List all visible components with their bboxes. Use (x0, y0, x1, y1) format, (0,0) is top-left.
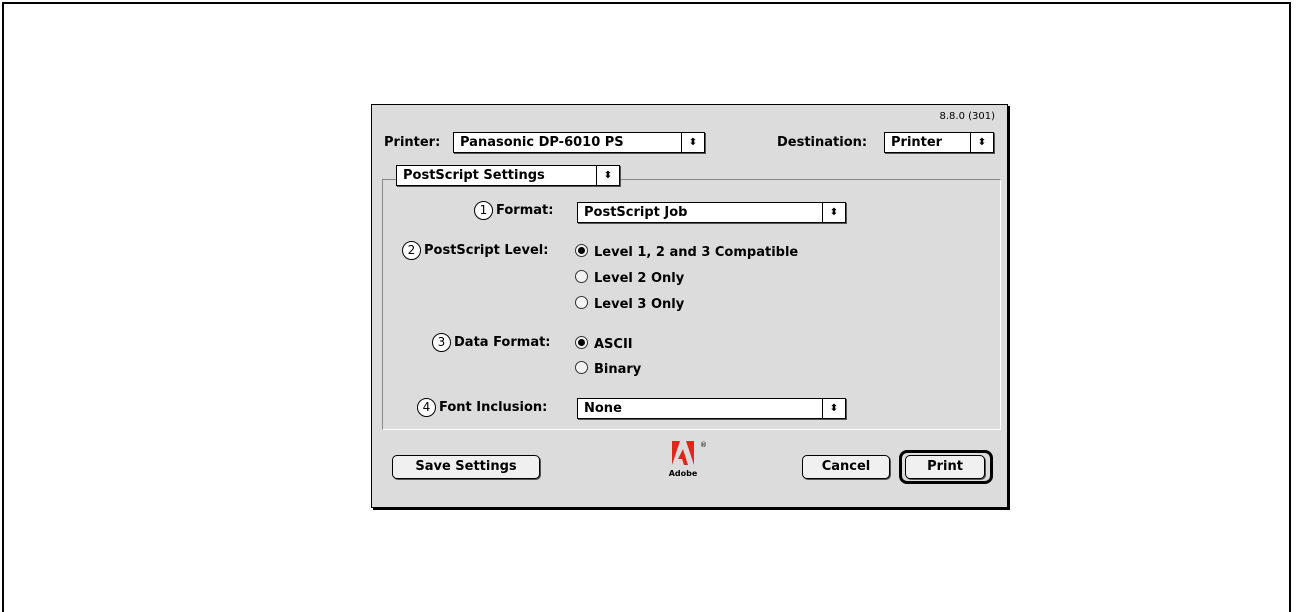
popup-arrows-icon: ⬍ (970, 133, 993, 152)
save-settings-button[interactable]: Save Settings (392, 455, 540, 479)
level-option-2[interactable]: Level 2 Only (575, 270, 684, 290)
popup-arrows-icon: ⬍ (822, 399, 845, 418)
data-format-option-ascii[interactable]: ASCII (575, 336, 633, 356)
version-label: 8.8.0 (301) (939, 111, 995, 122)
level-option-2-label: Level 2 Only (594, 271, 685, 286)
adobe-mark-icon (672, 441, 694, 465)
format-value: PostScript Job (584, 205, 688, 220)
level-option-1-label: Level 1, 2 and 3 Compatible (594, 245, 799, 260)
data-format-ascii-label: ASCII (594, 337, 633, 352)
callout-3: 3 (432, 333, 451, 352)
destination-label: Destination: (777, 135, 868, 150)
level-option-1[interactable]: Level 1, 2 and 3 Compatible (575, 244, 798, 264)
radio-selected-icon (575, 244, 588, 257)
format-row-label: 1 Format: (474, 201, 553, 220)
popup-arrows-icon: ⬍ (822, 203, 845, 222)
level-option-3[interactable]: Level 3 Only (575, 296, 684, 316)
destination-popup[interactable]: Printer ⬍ (884, 132, 994, 153)
level-label: PostScript Level: (424, 243, 549, 258)
printer-popup[interactable]: Panasonic DP-6010 PS ⬍ (453, 132, 705, 153)
destination-value: Printer (891, 135, 943, 150)
panel-popup[interactable]: PostScript Settings ⬍ (396, 165, 620, 186)
adobe-logo-text: Adobe (668, 469, 698, 478)
radio-selected-icon (575, 336, 588, 349)
callout-1: 1 (474, 201, 493, 220)
printer-value: Panasonic DP-6010 PS (460, 135, 624, 150)
callout-4: 4 (417, 398, 436, 417)
callout-2: 2 (402, 241, 421, 260)
data-format-option-binary[interactable]: Binary (575, 361, 641, 381)
font-inclusion-label: Font Inclusion: (439, 400, 548, 415)
print-dialog: 8.8.0 (301) Printer: Panasonic DP-6010 P… (371, 104, 1008, 508)
format-label: Format: (496, 203, 554, 218)
registered-mark: ® (700, 441, 707, 449)
adobe-logo: Adobe (668, 441, 698, 481)
cancel-button[interactable]: Cancel (802, 455, 890, 479)
print-button[interactable]: Print (905, 455, 985, 479)
radio-icon (575, 296, 588, 309)
font-inclusion-value: None (584, 401, 622, 416)
popup-arrows-icon: ⬍ (681, 133, 704, 152)
font-inclusion-row-label: 4 Font Inclusion: (417, 398, 547, 417)
radio-icon (575, 361, 588, 374)
popup-arrows-icon: ⬍ (596, 166, 619, 185)
level-row-label: 2 PostScript Level: (402, 241, 548, 260)
panel-value: PostScript Settings (403, 168, 545, 183)
format-popup[interactable]: PostScript Job ⬍ (577, 202, 846, 223)
level-option-3-label: Level 3 Only (594, 297, 685, 312)
printer-label: Printer: (384, 135, 441, 150)
data-format-row-label: 3 Data Format: (432, 333, 551, 352)
data-format-label: Data Format: (454, 335, 551, 350)
font-inclusion-popup[interactable]: None ⬍ (577, 398, 846, 419)
data-format-binary-label: Binary (594, 362, 642, 377)
radio-icon (575, 270, 588, 283)
